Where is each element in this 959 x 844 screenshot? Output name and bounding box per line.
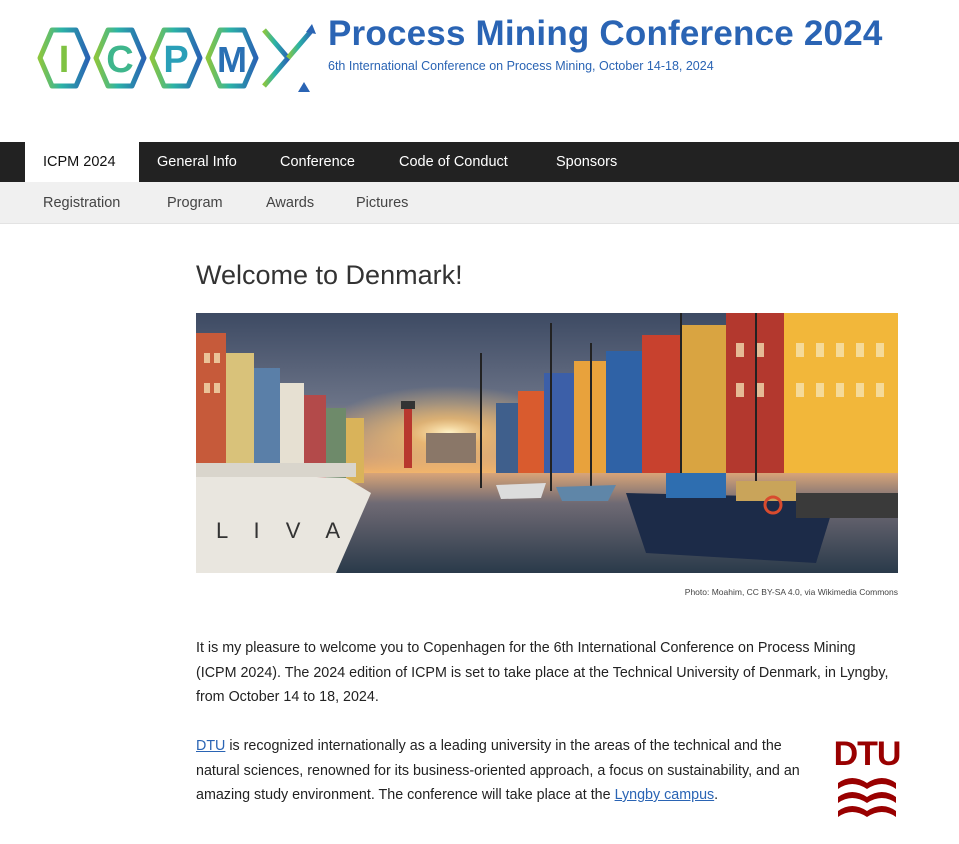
site-title[interactable]: Process Mining Conference 2024 (328, 14, 883, 54)
subnav-item-program[interactable]: Program (167, 182, 223, 224)
nav-item-general-info[interactable]: General Info (157, 142, 237, 182)
subnav-item-awards[interactable]: Awards (266, 182, 314, 224)
logo-letter: C (106, 39, 133, 81)
logo-letter: P (163, 39, 188, 81)
logo-letter: I (59, 39, 70, 81)
dtu-logo[interactable]: DTU (834, 733, 900, 825)
page-title: Welcome to Denmark! (196, 260, 463, 290)
lyngby-campus-link[interactable]: Lyngby campus (615, 787, 715, 803)
dtu-paragraph-end: . (714, 787, 719, 803)
photo-caption: Photo: Moahim, CC BY-SA 4.0, via Wikimed… (684, 587, 898, 597)
nav-item-conference[interactable]: Conference (280, 142, 355, 182)
site-header: I C P M Process Mining Conference 2024 6… (0, 0, 959, 142)
welcome-paragraph: It is my pleasure to welcome you to Cope… (196, 640, 889, 705)
site-subtitle: 6th International Conference on Process … (328, 59, 714, 73)
nav-item-sponsors[interactable]: Sponsors (556, 142, 617, 182)
nav-item-icpm-2024[interactable]: ICPM 2024 (25, 142, 139, 182)
logo-letter: M (217, 39, 247, 80)
dtu-logo-text: DTU (834, 735, 900, 773)
primary-nav: ICPM 2024 General Info Conference Code o… (0, 142, 959, 182)
dtu-link[interactable]: DTU (196, 738, 225, 754)
secondary-nav: Registration Program Awards Pictures (0, 182, 959, 224)
subnav-item-pictures[interactable]: Pictures (356, 182, 408, 224)
nav-item-code-of-conduct[interactable]: Code of Conduct (399, 142, 508, 182)
boat-lettering: L I V A (216, 518, 350, 543)
nyhavn-photo: L I V A (196, 313, 898, 573)
icpm-logo[interactable]: I C P M (26, 20, 318, 96)
subnav-item-registration[interactable]: Registration (43, 182, 120, 224)
dtu-paragraph: DTU is recognized internationally as a l… (196, 734, 806, 808)
